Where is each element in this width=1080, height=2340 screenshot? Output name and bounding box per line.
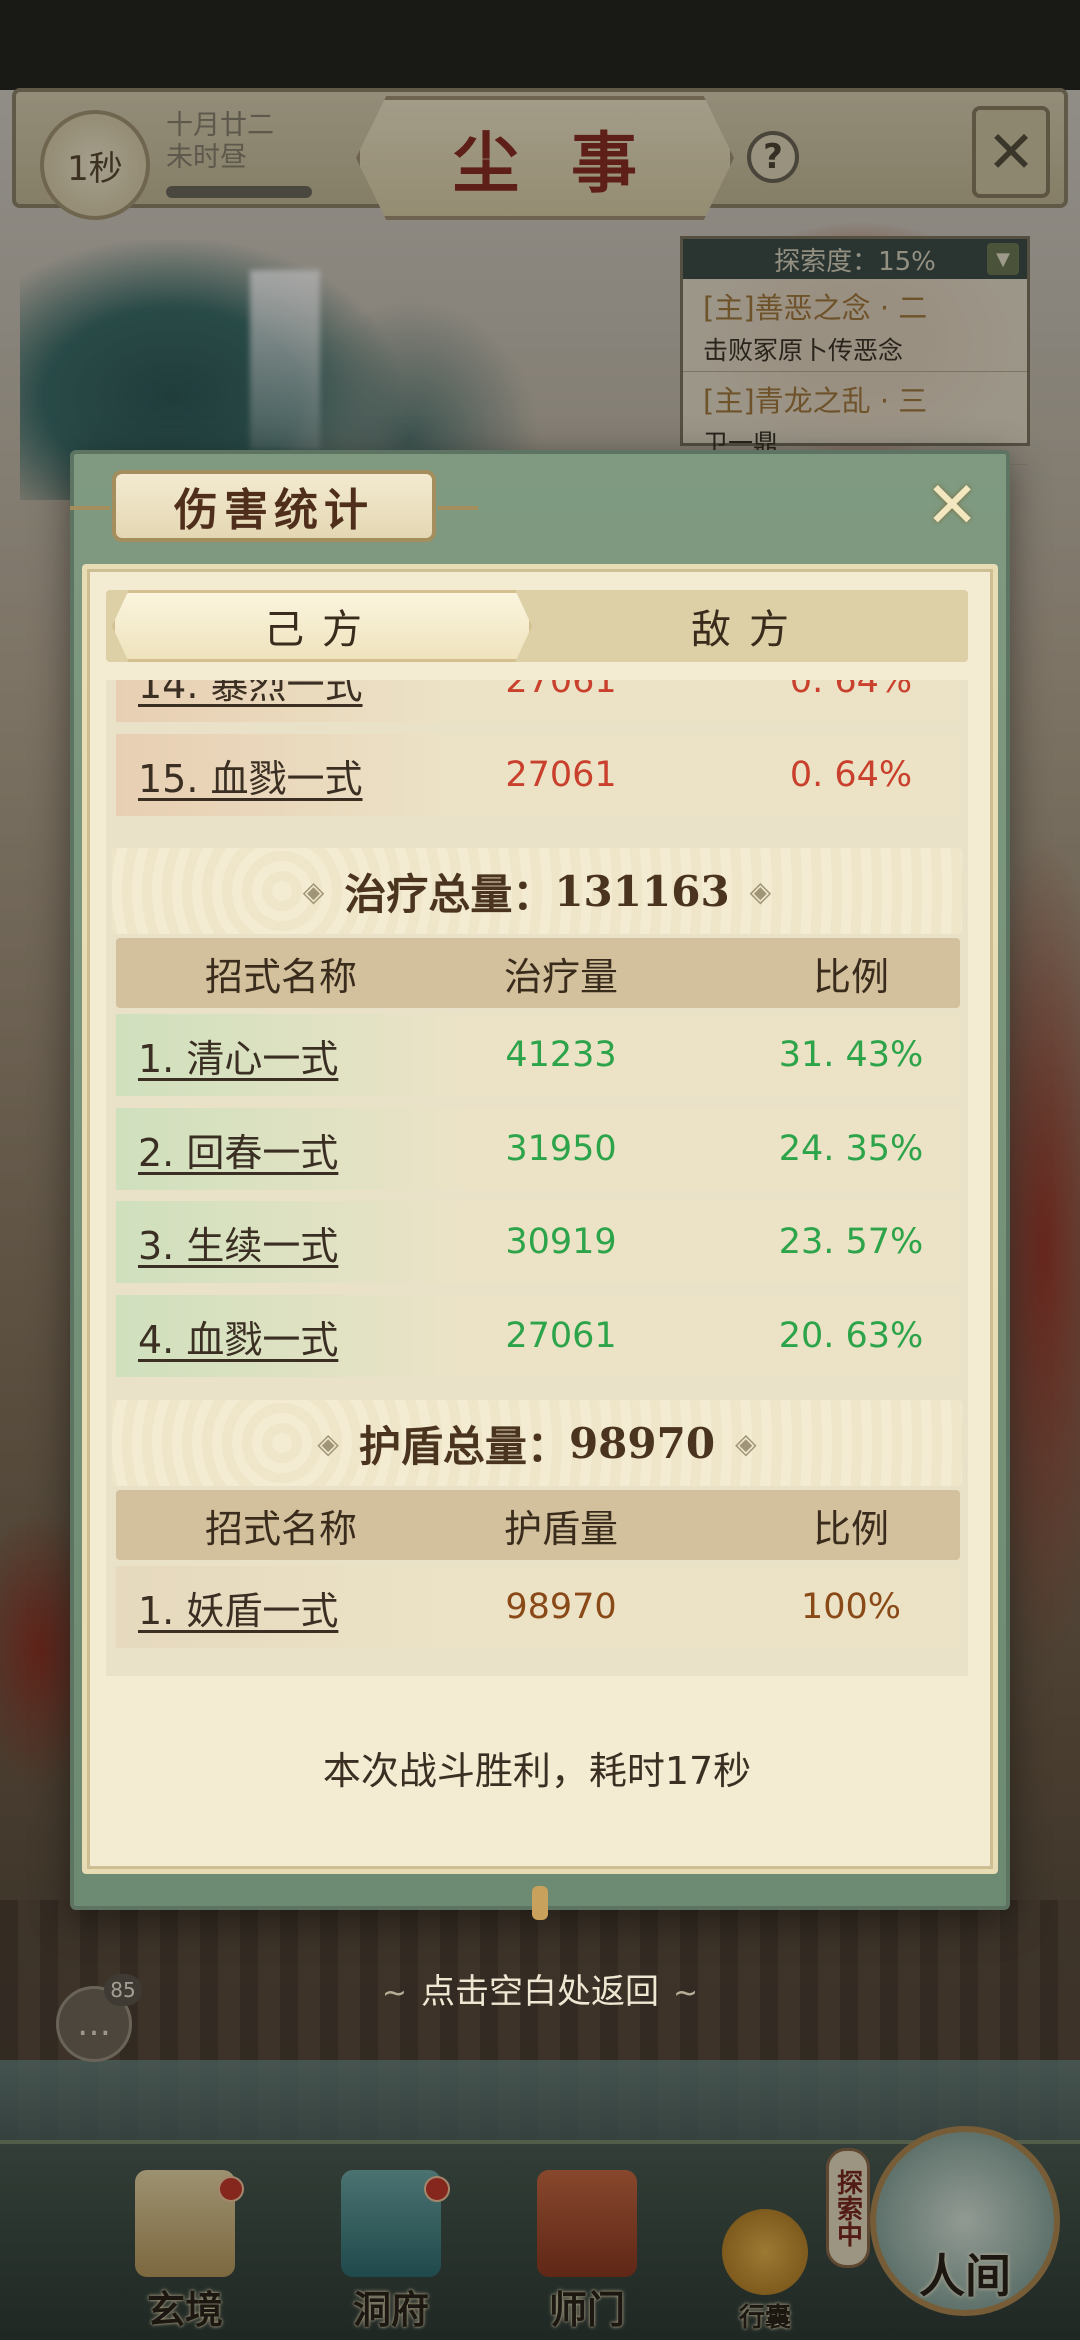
heal-ratio: 23. 57%: [778, 1222, 924, 1262]
section-title: 护盾总量：: [358, 1421, 569, 1471]
heal-row[interactable]: 3. 生续一式 30919 23. 57%: [116, 1201, 960, 1283]
battle-result-text: 本次战斗胜利，耗时17秒: [322, 1749, 752, 1793]
skill-name[interactable]: 4. 血戮一式: [116, 1295, 466, 1377]
col-skill-name: 招式名称: [204, 1506, 357, 1551]
heal-total-header: ◈ 治疗总量： 131163 ◈: [112, 848, 962, 934]
tab-self[interactable]: 己方: [112, 590, 532, 662]
skill-name[interactable]: 14. 暴烈一式: [116, 680, 466, 722]
shield-amount: 98970: [505, 1587, 617, 1627]
dismiss-hint: 点击空白处返回: [300, 1964, 780, 2013]
heal-total: 131163: [554, 866, 730, 916]
heal-ratio: 24. 35%: [778, 1129, 924, 1169]
skill-name[interactable]: 1. 妖盾一式: [116, 1566, 466, 1648]
heal-row[interactable]: 1. 清心一式 41233 31. 43%: [116, 1014, 960, 1096]
shield-ratio: 100%: [800, 1587, 902, 1627]
tab-enemy[interactable]: 敌方: [536, 590, 962, 662]
close-icon[interactable]: ✕: [912, 469, 992, 543]
damage-ratio: 0. 64%: [789, 755, 913, 795]
dismiss-hint-text: 点击空白处返回: [421, 1972, 659, 2012]
shield-total-header: ◈ 护盾总量： 98970 ◈: [112, 1400, 962, 1486]
skill-name[interactable]: 1. 清心一式: [116, 1014, 466, 1096]
col-ratio: 比例: [812, 954, 889, 999]
heal-ratio: 20. 63%: [778, 1316, 924, 1356]
skill-name[interactable]: 3. 生续一式: [116, 1201, 466, 1283]
skill-name[interactable]: 15. 血戮一式: [116, 734, 466, 816]
heal-ratio: 31. 43%: [778, 1035, 924, 1075]
diamond-icon: ◈: [749, 874, 772, 908]
diamond-icon: ◈: [302, 874, 325, 908]
section-title: 治疗总量：: [344, 869, 555, 919]
col-skill-name: 招式名称: [204, 954, 357, 999]
decorative-knot: [532, 1886, 548, 1920]
damage-amount: 27061: [505, 680, 617, 701]
stats-scroll-area[interactable]: 14. 暴烈一式 27061 0. 64% 15. 血戮一式 27061 0. …: [106, 680, 968, 1676]
diamond-icon: ◈: [735, 1426, 757, 1460]
diamond-icon: ◈: [317, 1426, 339, 1460]
side-tabs: 己方 敌方: [106, 590, 968, 662]
heal-amount: 27061: [505, 1316, 617, 1356]
heal-amount: 31950: [505, 1129, 617, 1169]
modal-title: 伤害统计: [70, 470, 478, 542]
heal-amount: 30919: [505, 1222, 617, 1262]
skill-name[interactable]: 2. 回春一式: [116, 1108, 466, 1190]
heal-amount: 41233: [505, 1035, 617, 1075]
col-ratio: 比例: [812, 1506, 889, 1551]
heal-row[interactable]: 4. 血戮一式 27061 20. 63%: [116, 1295, 960, 1377]
damage-ratio: 0. 64%: [789, 680, 913, 701]
heal-table-header: 招式名称 治疗量 比例: [116, 938, 960, 1008]
shield-total: 98970: [568, 1418, 716, 1468]
shield-table-header: 招式名称 护盾量 比例: [116, 1490, 960, 1560]
damage-row[interactable]: 14. 暴烈一式 27061 0. 64%: [116, 680, 960, 722]
col-shield-amount: 护盾量: [503, 1506, 618, 1551]
damage-row[interactable]: 15. 血戮一式 27061 0. 64%: [116, 734, 960, 816]
col-heal-amount: 治疗量: [503, 954, 618, 999]
heal-row[interactable]: 2. 回春一式 31950 24. 35%: [116, 1108, 960, 1190]
shield-row[interactable]: 1. 妖盾一式 98970 100%: [116, 1566, 960, 1648]
damage-amount: 27061: [505, 755, 617, 795]
